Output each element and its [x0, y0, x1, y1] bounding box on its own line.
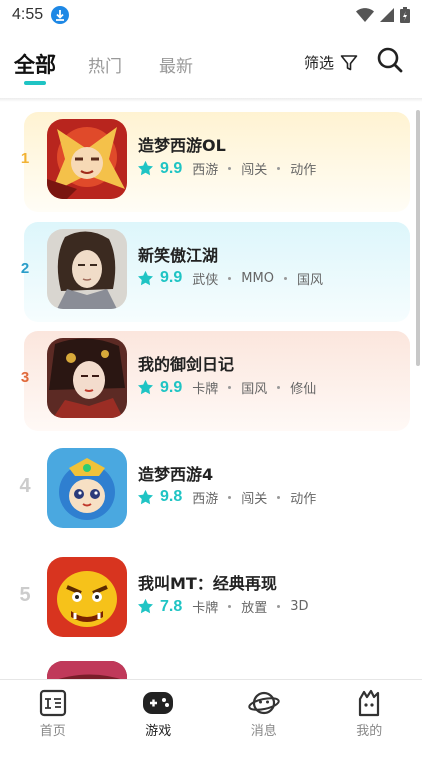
- home-box-icon: [39, 689, 67, 717]
- game-meta: 9.8 西游 闯关 动作: [137, 488, 316, 507]
- top-header: 全部 热门 最新 筛选: [0, 40, 422, 90]
- game-score: 9.9: [160, 379, 182, 397]
- game-row[interactable]: 1 造梦西游OL 9.9 西游 闯关 动作: [0, 110, 412, 220]
- rank-number: 3: [14, 369, 36, 386]
- nav-label: 游戏: [145, 720, 171, 739]
- status-time: 4:55: [12, 6, 43, 24]
- nav-label: 消息: [251, 720, 277, 739]
- filter-button[interactable]: 筛选: [304, 52, 358, 73]
- tag-separator: [228, 605, 231, 608]
- tag-separator: [277, 167, 280, 170]
- game-meta: 7.8 卡牌 放置 3D: [137, 597, 309, 616]
- tag-separator: [228, 277, 231, 280]
- nav-profile[interactable]: 我的: [317, 680, 422, 750]
- game-tag: 卡牌: [192, 597, 218, 616]
- nav-label: 我的: [356, 720, 382, 739]
- tag-separator: [277, 605, 280, 608]
- game-meta: 9.9 卡牌 国风 修仙: [137, 378, 316, 397]
- gamepad-icon: [142, 689, 174, 717]
- tag-separator: [277, 386, 280, 389]
- tag-separator: [228, 496, 231, 499]
- game-tag: 西游: [192, 159, 218, 178]
- tab-all[interactable]: 全部: [14, 49, 56, 79]
- game-icon: [47, 229, 127, 309]
- game-score: 7.8: [160, 598, 182, 616]
- star-icon: [137, 160, 154, 177]
- rank-number: 4: [14, 475, 36, 498]
- game-row[interactable]: 5 我叫MT：经典再现 7.8 卡牌 放置 3D: [0, 548, 412, 658]
- game-icon: [47, 119, 127, 199]
- game-meta: 9.9 武侠 MMO 国风: [137, 269, 323, 288]
- game-list: 1 造梦西游OL 9.9 西游 闯关 动作 2: [0, 110, 412, 767]
- filter-label: 筛选: [304, 52, 334, 73]
- profile-icon: [355, 689, 383, 717]
- game-title: 造梦西游OL: [138, 132, 226, 156]
- rank-number: 2: [14, 260, 36, 277]
- tag-separator: [228, 167, 231, 170]
- game-tag: 放置: [241, 597, 267, 616]
- nav-label: 首页: [40, 720, 66, 739]
- game-meta: 9.9 西游 闯关 动作: [137, 159, 316, 178]
- wifi-icon: [356, 8, 374, 22]
- tab-indicator: [24, 81, 46, 85]
- scrollbar[interactable]: [416, 110, 420, 366]
- search-button[interactable]: [376, 46, 404, 78]
- game-tag: 闯关: [241, 159, 267, 178]
- funnel-icon: [340, 54, 358, 72]
- game-score: 9.9: [160, 269, 182, 287]
- bottom-nav: 首页 游戏 消息 我的: [0, 679, 422, 750]
- rank-number: 5: [14, 584, 36, 607]
- game-tag: 卡牌: [192, 378, 218, 397]
- tag-separator: [284, 277, 287, 280]
- nav-home[interactable]: 首页: [0, 680, 106, 750]
- game-row[interactable]: 3 我的御剑日记 9.9 卡牌 国风 修仙: [0, 329, 412, 439]
- game-icon: [47, 338, 127, 418]
- star-icon: [137, 270, 154, 287]
- tab-hot[interactable]: 热门: [88, 52, 122, 77]
- game-tag: 国风: [297, 269, 323, 288]
- game-tag: 西游: [192, 488, 218, 507]
- game-score: 9.8: [160, 488, 182, 506]
- rank-number: 1: [14, 150, 36, 167]
- status-icons: [356, 7, 410, 23]
- game-tag: 闯关: [241, 488, 267, 507]
- game-row[interactable]: 4 造梦西游4 9.8 西游 闯关 动作: [0, 439, 412, 549]
- game-title: 造梦西游4: [138, 461, 213, 485]
- tag-separator: [228, 386, 231, 389]
- game-icon: [47, 557, 127, 637]
- planet-icon: [248, 689, 280, 717]
- game-tag: MMO: [241, 271, 274, 286]
- game-title: 新笑傲江湖: [138, 242, 218, 266]
- nav-messages[interactable]: 消息: [211, 680, 317, 750]
- star-icon: [137, 598, 154, 615]
- battery-icon: [400, 7, 410, 23]
- tab-new[interactable]: 最新: [159, 52, 193, 77]
- game-title: 我叫MT：经典再现: [138, 570, 277, 594]
- game-tag: 动作: [290, 488, 316, 507]
- nav-games[interactable]: 游戏: [106, 680, 212, 750]
- search-icon: [376, 46, 404, 74]
- tag-separator: [277, 496, 280, 499]
- header-divider: [0, 98, 422, 102]
- status-bar: 4:55: [0, 0, 422, 30]
- signal-icon: [380, 8, 394, 22]
- download-icon: [51, 6, 69, 24]
- game-row[interactable]: 2 新笑傲江湖 9.9 武侠 MMO 国风: [0, 220, 412, 330]
- game-title: 我的御剑日记: [138, 351, 234, 375]
- game-tag: 修仙: [290, 378, 316, 397]
- game-tag: 武侠: [192, 269, 218, 288]
- star-icon: [137, 489, 154, 506]
- game-tag: 国风: [241, 378, 267, 397]
- game-tag: 3D: [290, 599, 308, 614]
- game-tag: 动作: [290, 159, 316, 178]
- game-icon: [47, 448, 127, 528]
- game-score: 9.9: [160, 160, 182, 178]
- star-icon: [137, 379, 154, 396]
